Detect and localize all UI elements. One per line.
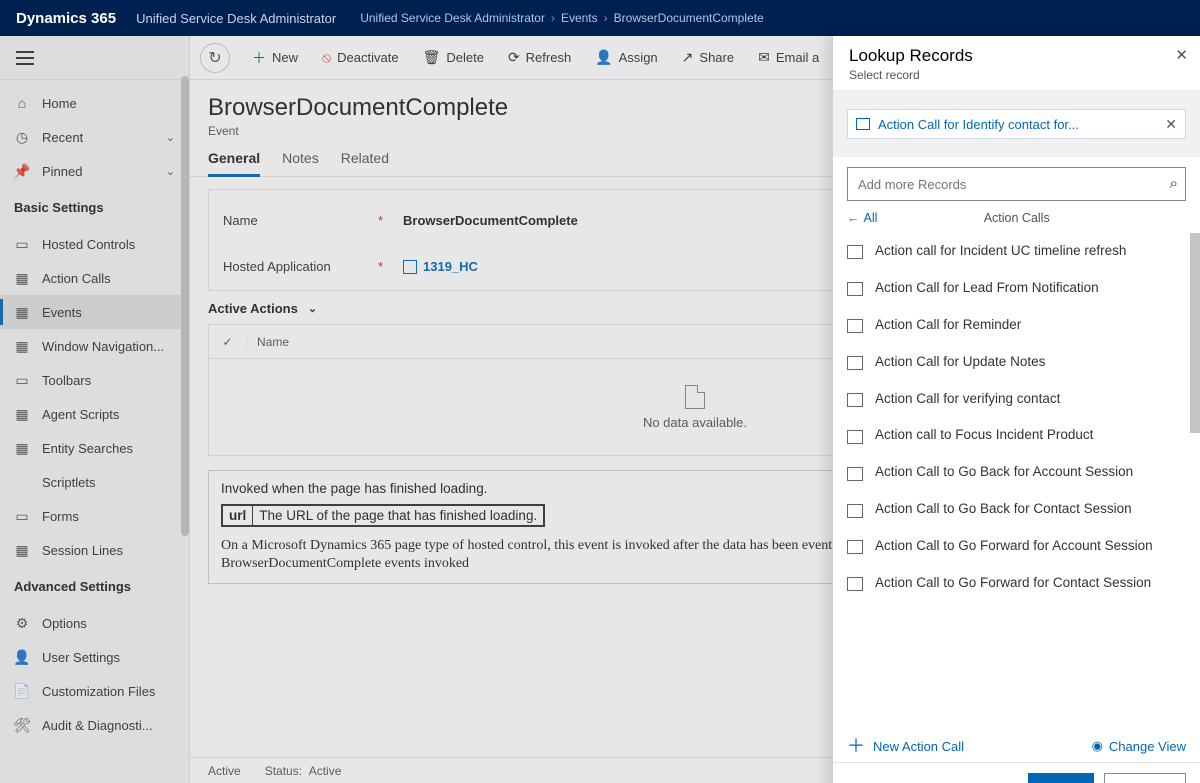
brand: Dynamics 365	[16, 10, 116, 27]
add-button[interactable]: Add	[1028, 773, 1093, 783]
record-icon	[847, 430, 863, 444]
record-icon	[847, 540, 863, 554]
search-input[interactable]	[847, 167, 1186, 201]
result-item[interactable]: Action Call to Go Back for Contact Sessi…	[833, 491, 1196, 528]
results-header: ← All Action Calls	[833, 207, 1200, 233]
breadcrumb-current: BrowserDocumentComplete	[614, 11, 764, 25]
panel-close-button[interactable]: ✕	[1175, 46, 1188, 64]
result-item[interactable]: Action Call to Go Forward for Contact Se…	[833, 565, 1196, 602]
new-link-label: New Action Call	[873, 739, 964, 754]
selected-record-chip: Action Call for Identify contact for... …	[847, 109, 1186, 139]
record-icon	[847, 577, 863, 591]
record-icon	[847, 282, 863, 296]
result-item[interactable]: Action Call for Lead From Notification	[833, 270, 1196, 307]
result-item[interactable]: Action call for Incident UC timeline ref…	[833, 233, 1196, 270]
back-all-label: All	[864, 211, 878, 225]
eye-icon: ◉	[1092, 738, 1103, 754]
change-view-label: Change View	[1109, 739, 1186, 754]
result-label: Action Call to Go Forward for Account Se…	[875, 538, 1182, 555]
arrow-left-icon: ←	[847, 211, 860, 225]
breadcrumb-events[interactable]: Events	[561, 11, 598, 25]
breadcrumb: Unified Service Desk Administrator › Eve…	[360, 11, 763, 25]
result-item[interactable]: Action Call for verifying contact	[833, 381, 1196, 418]
record-icon	[847, 504, 863, 518]
result-label: Action Call for Reminder	[875, 317, 1182, 334]
results-list: Action call for Incident UC timeline ref…	[833, 233, 1200, 731]
breadcrumb-sep: ›	[604, 11, 608, 25]
result-item[interactable]: Action Call to Go Back for Account Sessi…	[833, 454, 1196, 491]
record-icon	[847, 319, 863, 333]
result-label: Action call for Incident UC timeline ref…	[875, 243, 1182, 260]
search-icon[interactable]: ⌕	[1170, 175, 1178, 192]
scrollbar-thumb[interactable]	[1190, 233, 1200, 433]
result-item[interactable]: Action Call for Update Notes	[833, 344, 1196, 381]
app-title: Unified Service Desk Administrator	[136, 11, 336, 26]
lookup-panel: Lookup Records Select record ✕ Action Ca…	[832, 36, 1200, 783]
panel-header: Lookup Records Select record ✕	[833, 36, 1200, 91]
record-icon	[847, 467, 863, 481]
cancel-button[interactable]: Cancel	[1104, 773, 1186, 783]
result-label: Action Call to Go Back for Contact Sessi…	[875, 501, 1182, 518]
selected-records-area: Action Call for Identify contact for... …	[833, 91, 1200, 157]
results-category: Action Calls	[984, 211, 1050, 225]
panel-quick-actions: ＋New Action Call ◉ Change View	[833, 731, 1200, 762]
result-label: Action Call for Update Notes	[875, 354, 1182, 371]
result-label: Action Call to Go Back for Account Sessi…	[875, 464, 1182, 481]
breadcrumb-root[interactable]: Unified Service Desk Administrator	[360, 11, 545, 25]
breadcrumb-sep: ›	[551, 11, 555, 25]
search-wrap: ⌕	[833, 157, 1200, 207]
record-icon	[856, 118, 870, 130]
result-item[interactable]: Action Call to Go Forward for Account Se…	[833, 528, 1196, 565]
result-item[interactable]: Action Call for Reminder	[833, 307, 1196, 344]
record-icon	[847, 393, 863, 407]
panel-footer: Add Cancel	[833, 762, 1200, 783]
chip-label: Action Call for Identify contact for...	[878, 117, 1157, 132]
new-record-link[interactable]: ＋New Action Call	[847, 739, 964, 754]
result-label: Action Call for verifying contact	[875, 391, 1182, 408]
panel-subtitle: Select record	[849, 68, 1184, 82]
result-label: Action Call to Go Forward for Contact Se…	[875, 575, 1182, 592]
panel-title: Lookup Records	[849, 46, 1184, 66]
result-label: Action call to Focus Incident Product	[875, 427, 1182, 444]
result-label: Action Call for Lead From Notification	[875, 280, 1182, 297]
results-scrollbar[interactable]	[1190, 233, 1200, 731]
chip-remove-button[interactable]: ✕	[1165, 116, 1177, 133]
change-view-link[interactable]: ◉ Change View	[1092, 738, 1186, 754]
app-header: Dynamics 365 Unified Service Desk Admini…	[0, 0, 1200, 36]
record-icon	[847, 356, 863, 370]
result-item[interactable]: Action call to Focus Incident Product	[833, 417, 1196, 454]
record-icon	[847, 245, 863, 259]
back-to-all[interactable]: ← All	[847, 211, 877, 225]
